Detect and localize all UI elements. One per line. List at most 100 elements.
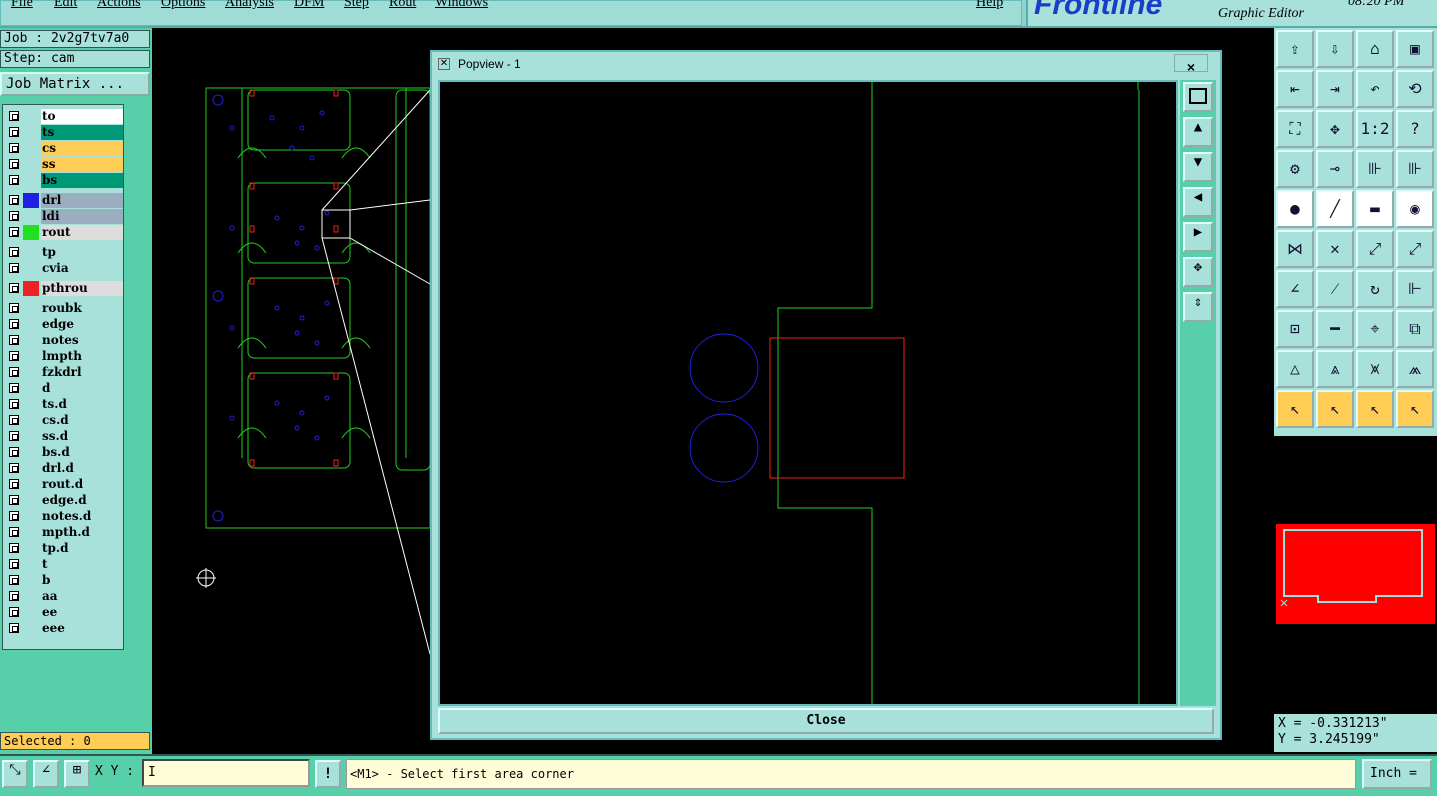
rotate-button[interactable]: ⟲	[1396, 70, 1434, 108]
layer-name[interactable]: aa	[41, 589, 123, 604]
move-left-button[interactable]: ⇤	[1276, 70, 1314, 108]
layer-row-ee[interactable]: ee	[5, 605, 123, 620]
layer-name[interactable]: ee	[41, 605, 123, 620]
layer-checkbox[interactable]	[9, 303, 19, 313]
layer-name[interactable]: ss	[41, 157, 123, 172]
layer-checkbox[interactable]	[9, 447, 19, 457]
layer-name[interactable]: tp.d	[41, 541, 123, 556]
layer-name[interactable]: rout.d	[41, 477, 123, 492]
layer-checkbox[interactable]	[9, 111, 19, 121]
layer-color-swatch[interactable]	[23, 605, 39, 620]
layer-name[interactable]: notes	[41, 333, 123, 348]
layer-row-b[interactable]: b	[5, 573, 123, 588]
popview-pan-left-button[interactable]: ◀	[1183, 187, 1213, 217]
layer-row-drl-d[interactable]: drl.d	[5, 461, 123, 476]
layer-name[interactable]: pthrou	[41, 281, 123, 296]
popview-pan-right-button[interactable]: ▶	[1183, 222, 1213, 252]
arc-button[interactable]: ↻	[1356, 270, 1394, 308]
layer-checkbox[interactable]	[9, 247, 19, 257]
layer-color-swatch[interactable]	[23, 573, 39, 588]
layer-row-mpth-d[interactable]: mpth.d	[5, 525, 123, 540]
layer-color-swatch[interactable]	[23, 365, 39, 380]
layer-checkbox[interactable]	[9, 211, 19, 221]
layer-color-swatch[interactable]	[23, 381, 39, 396]
job-matrix-button[interactable]: Job Matrix ...	[0, 72, 150, 96]
layer-checkbox[interactable]	[9, 479, 19, 489]
layer-row-ss-d[interactable]: ss.d	[5, 429, 123, 444]
layer-name[interactable]: edge	[41, 317, 123, 332]
menu-rout[interactable]: Rout	[389, 0, 416, 11]
layer-name[interactable]: ldi	[41, 209, 123, 224]
undo-button[interactable]: ↶	[1356, 70, 1394, 108]
circle-button[interactable]: ◉	[1396, 190, 1434, 228]
layer-row-pthrou[interactable]: pthrou	[5, 281, 123, 296]
measure-button[interactable]: ⌖	[1356, 310, 1394, 348]
layer-color-swatch[interactable]	[23, 525, 39, 540]
layer-checkbox[interactable]	[9, 607, 19, 617]
layer-swap-button[interactable]: ⊪	[1356, 150, 1394, 188]
layer-color-swatch[interactable]	[23, 413, 39, 428]
layer-color-swatch[interactable]	[23, 429, 39, 444]
menu-help[interactable]: Help	[976, 0, 1003, 11]
layer-row-rout-d[interactable]: rout.d	[5, 477, 123, 492]
menu-actions[interactable]: Actions	[97, 0, 141, 11]
layer-color-swatch[interactable]	[23, 333, 39, 348]
layer-name[interactable]: t	[41, 557, 123, 572]
layer-name[interactable]: b	[41, 573, 123, 588]
layer-color-swatch[interactable]	[23, 397, 39, 412]
point-button[interactable]: ⤢	[1356, 230, 1394, 268]
layer-name[interactable]: bs	[41, 173, 123, 188]
node-button[interactable]: ⊡	[1276, 310, 1314, 348]
cut-button[interactable]: ━	[1316, 310, 1354, 348]
layer-name[interactable]: tp	[41, 245, 123, 260]
popview-pan-down-button[interactable]: ▼	[1183, 152, 1213, 182]
layer-checkbox[interactable]	[9, 159, 19, 169]
layer-name[interactable]: fzkdrl	[41, 365, 123, 380]
menu-options[interactable]: Options	[161, 0, 205, 11]
layer-checkbox[interactable]	[9, 623, 19, 633]
layer-name[interactable]: bs.d	[41, 445, 123, 460]
minimap[interactable]	[1274, 522, 1437, 626]
layer-color-swatch[interactable]	[23, 261, 39, 276]
layer-row-bs[interactable]: bs	[5, 173, 123, 188]
layer-checkbox[interactable]	[9, 575, 19, 585]
popview-zoom-out-button[interactable]: ⇕	[1183, 292, 1213, 322]
menu-dfm[interactable]: DFM	[294, 0, 324, 11]
layer-checkbox[interactable]	[9, 527, 19, 537]
snap-point-button[interactable]: ⤢	[1396, 230, 1434, 268]
layer-row-ldi[interactable]: ldi	[5, 209, 123, 224]
export-button[interactable]: ⇩	[1316, 30, 1354, 68]
menu-file[interactable]: File	[11, 0, 33, 11]
layer-row-ss[interactable]: ss	[5, 157, 123, 172]
layer-name[interactable]: ss.d	[41, 429, 123, 444]
layer-name[interactable]: d	[41, 381, 123, 396]
layer-color-swatch[interactable]	[23, 157, 39, 172]
layer-checkbox[interactable]	[9, 495, 19, 505]
layer-color-swatch[interactable]	[23, 125, 39, 140]
layer-name[interactable]: roubk	[41, 301, 123, 316]
layer-checkbox[interactable]	[9, 195, 19, 205]
route-select-button[interactable]: ↖	[1396, 390, 1434, 428]
layer-checkbox[interactable]	[9, 127, 19, 137]
exclamation-button[interactable]: !	[315, 760, 341, 788]
layer-checkbox[interactable]	[9, 367, 19, 377]
select-button[interactable]: ↖	[1316, 390, 1354, 428]
layer-color-swatch[interactable]	[23, 193, 39, 208]
key-button[interactable]: ⊸	[1316, 150, 1354, 188]
triangle-up-button[interactable]: ⩓	[1316, 350, 1354, 388]
layer-color-swatch[interactable]	[23, 225, 39, 240]
fit-button[interactable]: ⛶	[1276, 110, 1314, 148]
layer-checkbox[interactable]	[9, 383, 19, 393]
layer-color-swatch[interactable]	[23, 493, 39, 508]
layer-row-ts-d[interactable]: ts.d	[5, 397, 123, 412]
xy-input[interactable]: I	[142, 759, 310, 787]
layer-row-t[interactable]: t	[5, 557, 123, 572]
layer-color-swatch[interactable]	[23, 541, 39, 556]
layer-name[interactable]: lmpth	[41, 349, 123, 364]
layer-row-drl[interactable]: drl	[5, 193, 123, 208]
layer-swap2-button[interactable]: ⊪	[1396, 150, 1434, 188]
layer-row-fzkdrl[interactable]: fzkdrl	[5, 365, 123, 380]
layer-color-swatch[interactable]	[23, 445, 39, 460]
layer-checkbox[interactable]	[9, 543, 19, 553]
settings-button[interactable]: ⚙	[1276, 150, 1314, 188]
